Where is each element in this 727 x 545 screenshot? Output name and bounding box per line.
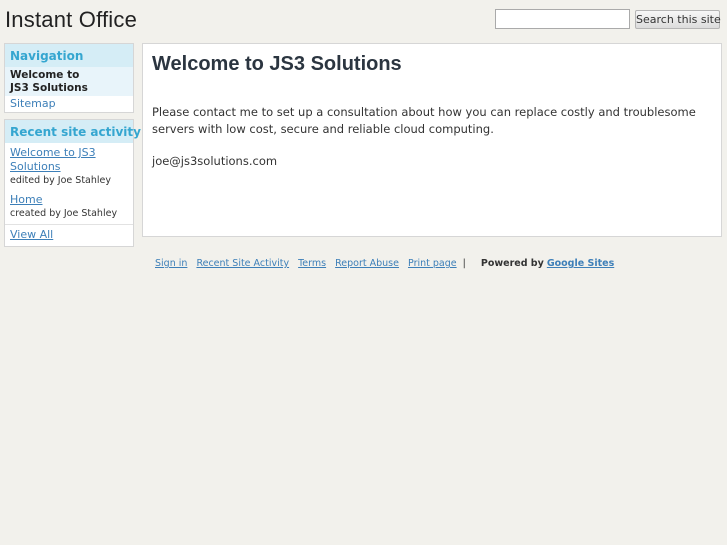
activity-link-home[interactable]: Home bbox=[10, 193, 100, 207]
main-content: Welcome to JS3 Solutions Please contact … bbox=[142, 43, 722, 237]
search-input[interactable] bbox=[495, 9, 630, 29]
list-item: Welcome to JS3 Solutions edited by Joe S… bbox=[5, 143, 133, 187]
sidebar-item-welcome[interactable]: Welcome to JS3 Solutions bbox=[5, 67, 133, 96]
sidebar-item-label: Welcome to JS3 Solutions bbox=[5, 67, 105, 96]
recent-activity-title: Recent site activity bbox=[5, 120, 141, 143]
powered-by-label: Powered by bbox=[480, 258, 544, 269]
recent-site-activity-link[interactable]: Recent Site Activity bbox=[196, 258, 289, 269]
sign-in-link[interactable]: Sign in bbox=[155, 258, 187, 269]
view-all-link[interactable]: View All bbox=[5, 225, 133, 244]
google-sites-link[interactable]: Google Sites bbox=[547, 258, 614, 269]
search-button[interactable]: Search this site bbox=[635, 10, 721, 29]
navigation-title: Navigation bbox=[5, 44, 133, 67]
site-header: Instant Office Search this site bbox=[0, 0, 727, 42]
navigation-panel: Navigation Welcome to JS3 Solutions Site… bbox=[4, 43, 134, 113]
recent-activity-panel: Recent site activity Welcome to JS3 Solu… bbox=[4, 119, 141, 247]
sidebar-item-sitemap[interactable]: Sitemap bbox=[5, 96, 133, 112]
footer-separator: | bbox=[462, 258, 466, 269]
page-title: Welcome to JS3 Solutions bbox=[152, 53, 402, 75]
activity-meta: created by Joe Stahley bbox=[10, 208, 118, 219]
terms-link[interactable]: Terms bbox=[298, 258, 326, 269]
site-footer: Sign in Recent Site Activity Terms Repor… bbox=[155, 258, 614, 269]
activity-link-welcome[interactable]: Welcome to JS3 Solutions bbox=[10, 146, 100, 174]
body-paragraph: Please contact me to set up a consultati… bbox=[152, 105, 696, 136]
site-title[interactable]: Instant Office bbox=[5, 7, 137, 33]
page-body: Please contact me to set up a consultati… bbox=[152, 104, 707, 185]
report-abuse-link[interactable]: Report Abuse bbox=[335, 258, 399, 269]
activity-meta: edited by Joe Stahley bbox=[10, 175, 111, 186]
contact-email: joe@js3solutions.com bbox=[152, 154, 278, 168]
print-page-link[interactable]: Print page bbox=[408, 258, 457, 269]
list-item: Home created by Joe Stahley bbox=[5, 187, 133, 220]
